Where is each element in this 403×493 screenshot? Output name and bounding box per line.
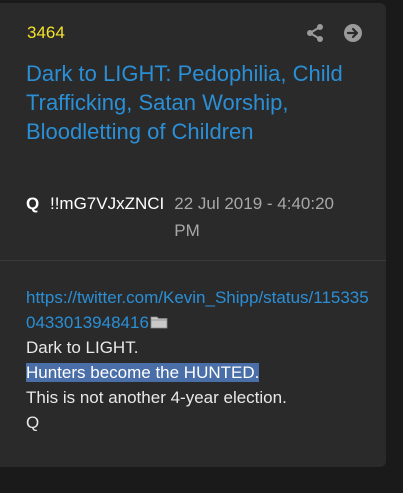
arrow-right-circle-icon[interactable]	[343, 23, 363, 43]
divider	[0, 260, 386, 261]
body-line-2-container: Hunters become the HUNTED.	[26, 360, 371, 385]
post-title[interactable]: Dark to LIGHT: Pedophilia, Child Traffic…	[26, 59, 366, 146]
body-line-1: Dark to LIGHT.	[26, 338, 139, 357]
post-body: https://twitter.com/Kevin_Shipp/status/1…	[26, 285, 371, 435]
signature: Q	[26, 413, 40, 432]
link-line: https://twitter.com/Kevin_Shipp/status/1…	[26, 285, 371, 335]
timestamp: 22 Jul 2019 - 4:40:20 PM	[174, 194, 334, 240]
highlighted-text[interactable]: Hunters become the HUNTED.	[26, 363, 260, 382]
author-name: Q	[26, 194, 40, 213]
body-line-3: This is not another 4-year election.	[26, 388, 287, 407]
tripcode: !!mG7VJxZNCI	[49, 194, 165, 213]
post-card: 3464 Dark to LIGHT: Pedophilia, Child Tr…	[0, 3, 386, 467]
tweet-link[interactable]: https://twitter.com/Kevin_Shipp/status/1…	[26, 288, 369, 332]
post-number: 3464	[27, 23, 65, 42]
share-icon[interactable]	[305, 23, 325, 43]
folder-icon[interactable]	[150, 315, 168, 329]
post-meta: Q !!mG7VJxZNCI 22 Jul 2019 - 4:40:20 PM	[26, 190, 371, 244]
